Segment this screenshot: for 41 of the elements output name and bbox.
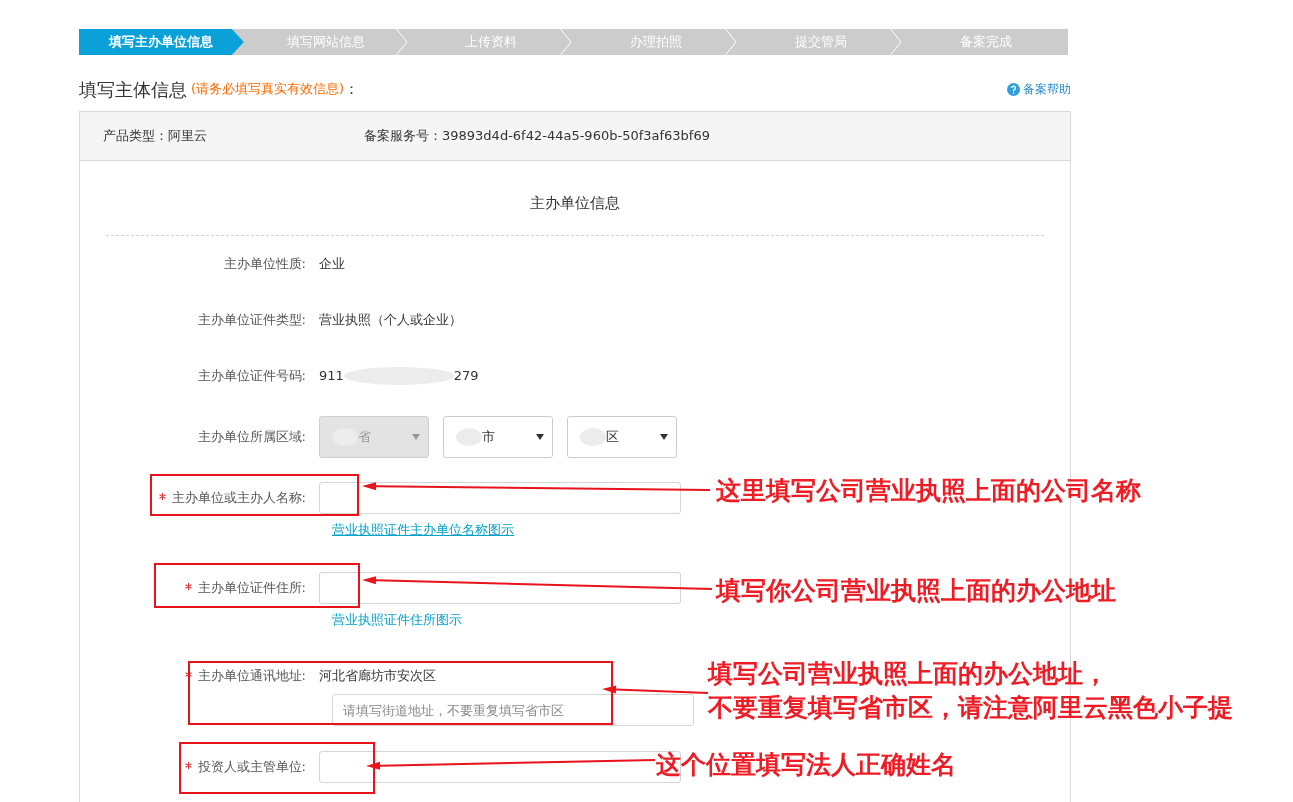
annotation-note: 填写你公司营业执照上面的办公地址 bbox=[716, 575, 1116, 607]
field-label: 主办单位所属区域: bbox=[197, 428, 306, 447]
caret-icon bbox=[536, 434, 544, 440]
chevron-icon bbox=[890, 29, 903, 55]
annotation-note: 这个位置填写法人正确姓名 bbox=[656, 749, 956, 781]
caret-icon bbox=[412, 434, 420, 440]
street-input[interactable]: 请填写街道地址，不要重复填写省市区 bbox=[332, 694, 694, 726]
step-tab[interactable]: 填写主办单位信息 bbox=[79, 29, 244, 55]
annotation-note: 这里填写公司营业执照上面的公司名称 bbox=[716, 475, 1141, 507]
caret-icon bbox=[660, 434, 668, 440]
chevron-icon bbox=[725, 29, 738, 55]
title-note: (请务必填写真实有效信息) bbox=[191, 80, 345, 99]
text-input[interactable] bbox=[319, 572, 681, 604]
field-value: 营业执照（个人或企业） bbox=[319, 311, 462, 330]
chevron-icon bbox=[395, 29, 408, 55]
field-label: 主办单位或主办人名称: bbox=[171, 489, 306, 508]
text-input[interactable] bbox=[319, 751, 681, 783]
product-type: 产品类型：阿里云 bbox=[103, 127, 208, 146]
example-link[interactable]: 营业执照证件主办单位名称图示 bbox=[332, 520, 514, 540]
field-value: 279 bbox=[453, 367, 479, 386]
field-value: 企业 bbox=[319, 255, 345, 274]
field-label: 主办单位证件住所: bbox=[197, 579, 306, 598]
field-value: 河北省廊坊市安次区 bbox=[319, 667, 436, 686]
help-icon bbox=[1007, 82, 1020, 96]
service-number: 备案服务号：39893d4d-6f42-44a5-960b-50f3af63bf69 bbox=[364, 127, 710, 146]
field-label: 主办单位证件号码: bbox=[197, 367, 306, 386]
field-label: 投资人或主管单位: bbox=[197, 758, 306, 777]
title-colon: ： bbox=[344, 78, 360, 100]
region-select[interactable]: 区 bbox=[567, 416, 677, 458]
field-label: 主办单位通讯地址: bbox=[197, 667, 306, 686]
field-value: 911 bbox=[319, 367, 344, 386]
text-input[interactable] bbox=[319, 482, 681, 514]
help-link[interactable]: 备案帮助 bbox=[1007, 80, 1071, 98]
example-link[interactable]: 营业执照证件住所图示 bbox=[332, 610, 462, 630]
annotation-note: 填写公司营业执照上面的办公地址， 不要重复填写省市区，请注意阿里云黑色小子提 bbox=[708, 658, 1233, 724]
page-title: 填写主体信息 bbox=[79, 77, 187, 102]
section-title: 主办单位信息 bbox=[530, 193, 620, 214]
chevron-icon bbox=[560, 29, 573, 55]
field-label: 主办单位证件类型: bbox=[197, 311, 306, 330]
field-label: 主办单位性质: bbox=[223, 255, 306, 274]
region-select[interactable]: 市 bbox=[443, 416, 553, 458]
